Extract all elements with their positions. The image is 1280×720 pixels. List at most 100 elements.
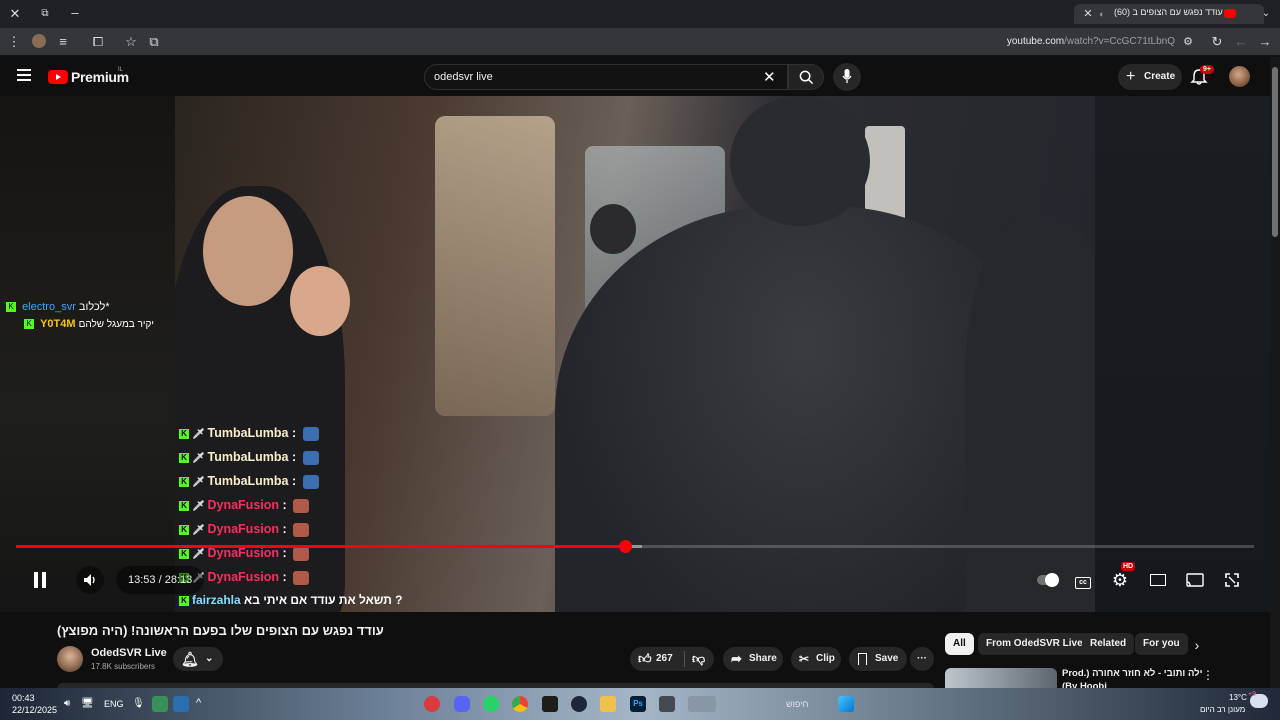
chevron-right-icon[interactable]: ›	[1188, 636, 1206, 654]
dislike-button[interactable]: 👎︎	[692, 647, 705, 671]
chat-separator: :	[279, 498, 291, 512]
url-text[interactable]: youtube.com/watch?v=CcGC71tLbnQ	[1007, 36, 1175, 47]
browser-tab[interactable]: ✕ ◐ (60) עודד נפגש עם הצופים ב	[1074, 4, 1264, 24]
install-app-icon[interactable]: ⧉	[146, 34, 162, 50]
chip-related[interactable]: Related	[1082, 633, 1135, 655]
cast-button[interactable]	[1183, 566, 1207, 594]
weather-temperature[interactable]: 13°C	[1229, 693, 1247, 702]
taskbar-preview-icon[interactable]	[688, 696, 716, 712]
site-settings-icon[interactable]: ⚙	[1180, 34, 1196, 50]
player-left-fill	[0, 96, 175, 612]
reload-icon[interactable]: ↻	[1209, 34, 1225, 50]
chrome-icon[interactable]	[512, 696, 528, 712]
youtube-favicon-icon	[1224, 9, 1236, 18]
audio-icon[interactable]: ◐	[1094, 6, 1110, 22]
close-window-icon[interactable]: ✕	[7, 6, 23, 22]
chat-username: TumbaLumba	[207, 450, 289, 464]
save-label: Save	[875, 653, 899, 664]
channel-name[interactable]: OdedSVR Live	[91, 647, 167, 659]
page-scrollbar[interactable]	[1270, 57, 1280, 688]
tray-app2-icon[interactable]	[173, 696, 189, 712]
search-input[interactable]	[434, 69, 754, 85]
notification-badge: 9+	[1200, 65, 1214, 74]
autoplay-toggle[interactable]	[1034, 566, 1062, 594]
network-icon[interactable]: 🖥︎	[81, 698, 94, 709]
windows-taskbar: 00:43 22/12/2025 🔊︎ 🖥︎ ENG 🎙︎ ^ Ps חיפוש…	[0, 688, 1280, 720]
scrollbar-thumb[interactable]	[1272, 67, 1278, 237]
tray-overflow-chevron-icon[interactable]: ^	[196, 697, 201, 709]
recommendation-thumbnail[interactable]	[945, 668, 1057, 688]
discord-icon[interactable]	[454, 696, 470, 712]
create-label: Create	[1144, 71, 1176, 82]
volume-button[interactable]	[76, 566, 104, 594]
chat-separator: :	[279, 546, 291, 560]
fullscreen-button[interactable]	[1220, 566, 1244, 594]
taskbar-time[interactable]: 00:43	[12, 693, 35, 703]
fullscreen-icon	[1225, 573, 1239, 587]
share-button[interactable]: ➦ Share	[723, 647, 783, 671]
captions-button[interactable]: cc	[1071, 566, 1095, 594]
bookmark-star-icon[interactable]: ☆	[123, 34, 139, 50]
like-count[interactable]: 267	[656, 647, 673, 671]
input-language[interactable]: ENG	[104, 699, 124, 709]
recommendation-title[interactable]: Prod.) סטילה ותובי - לא חוזר אחורה	[1062, 668, 1202, 679]
toggle-knob	[1045, 573, 1059, 587]
windows-start-icon[interactable]	[838, 696, 854, 712]
media-controls-icon[interactable]: ≡	[55, 34, 71, 50]
account-avatar[interactable]	[1229, 66, 1250, 87]
video-chat-line: K 🗡︎ TumbaLumba :	[179, 450, 319, 465]
minimize-window-icon[interactable]: –	[67, 5, 83, 21]
hamburger-menu-icon[interactable]	[17, 69, 31, 81]
taskbar-search[interactable]: חיפוש	[786, 699, 808, 709]
create-button[interactable]: + Create	[1118, 64, 1182, 90]
tab-search-icon[interactable]: ⌄	[1258, 6, 1274, 22]
more-actions-button[interactable]: ···	[910, 647, 934, 671]
forward-icon[interactable]: ←	[1233, 34, 1249, 50]
settings-button[interactable]: ⚙ HD	[1108, 562, 1136, 594]
tray-app-icon[interactable]	[152, 696, 168, 712]
epic-games-icon[interactable]	[542, 696, 558, 712]
restore-window-icon[interactable]: ⧉	[37, 6, 53, 22]
taskbar-app-icon[interactable]	[424, 696, 440, 712]
pause-button[interactable]	[28, 566, 52, 594]
clear-search-icon[interactable]: ✕	[763, 68, 776, 86]
miniplayer-button[interactable]	[1146, 566, 1170, 594]
chat-username: DynaFusion	[207, 546, 280, 560]
clip-button[interactable]: ✂ Clip	[791, 647, 841, 671]
taskbar-window-icon[interactable]	[659, 696, 675, 712]
youtube-logo-icon[interactable]	[48, 70, 68, 84]
chip-all[interactable]: All	[945, 633, 974, 655]
weather-description[interactable]: מעונן רב היום	[1200, 705, 1245, 714]
video-frame[interactable]: K 🗡︎ TumbaLumba : K 🗡︎ TumbaLumba : K 🗡︎ Tu…	[175, 96, 1095, 612]
speaker-icon[interactable]: 🔊︎	[64, 698, 70, 709]
more-vertical-icon[interactable]: ⋮	[1202, 668, 1214, 682]
menu-dots-icon[interactable]: ⋮	[6, 34, 22, 50]
steam-icon[interactable]	[571, 696, 587, 712]
extensions-icon[interactable]: ⧠	[90, 34, 106, 50]
chip-for-you[interactable]: For you	[1135, 633, 1188, 655]
save-button[interactable]: Save	[849, 647, 907, 671]
microphone-tray-icon[interactable]: 🎙︎	[132, 698, 145, 709]
like-button[interactable]: 👍︎	[638, 647, 652, 671]
chip-from-channel[interactable]: From OdedSVR Live	[978, 633, 1091, 655]
chat-username: electro_svr	[22, 301, 76, 313]
chat-username: TumbaLumba	[207, 474, 289, 488]
hd-badge: HD	[1121, 562, 1136, 571]
sub-badge-icon: 🗡︎	[192, 453, 208, 464]
chat-username: DynaFusion	[207, 498, 280, 512]
video-player[interactable]: K 🗡︎ TumbaLumba : K 🗡︎ TumbaLumba : K 🗡︎ Tu…	[0, 96, 1270, 612]
chat-message: *לכלוב	[78, 301, 110, 313]
back-icon[interactable]: →	[1257, 34, 1273, 50]
profile-avatar[interactable]	[32, 34, 46, 48]
channel-avatar[interactable]	[57, 646, 83, 672]
search-button[interactable]	[788, 64, 824, 90]
whatsapp-icon[interactable]	[483, 696, 499, 712]
voice-search-button[interactable]	[833, 63, 861, 91]
subscribed-notifications-button[interactable]: 🔔︎ ⌄	[173, 647, 223, 671]
progress-bar[interactable]	[16, 545, 1254, 548]
notifications-button[interactable]: 9+	[1190, 65, 1214, 88]
taskbar-date[interactable]: 22/12/2025	[12, 705, 57, 715]
file-explorer-icon[interactable]	[600, 696, 616, 712]
progress-scrubber[interactable]	[619, 540, 633, 553]
photoshop-icon[interactable]: Ps	[630, 696, 646, 712]
